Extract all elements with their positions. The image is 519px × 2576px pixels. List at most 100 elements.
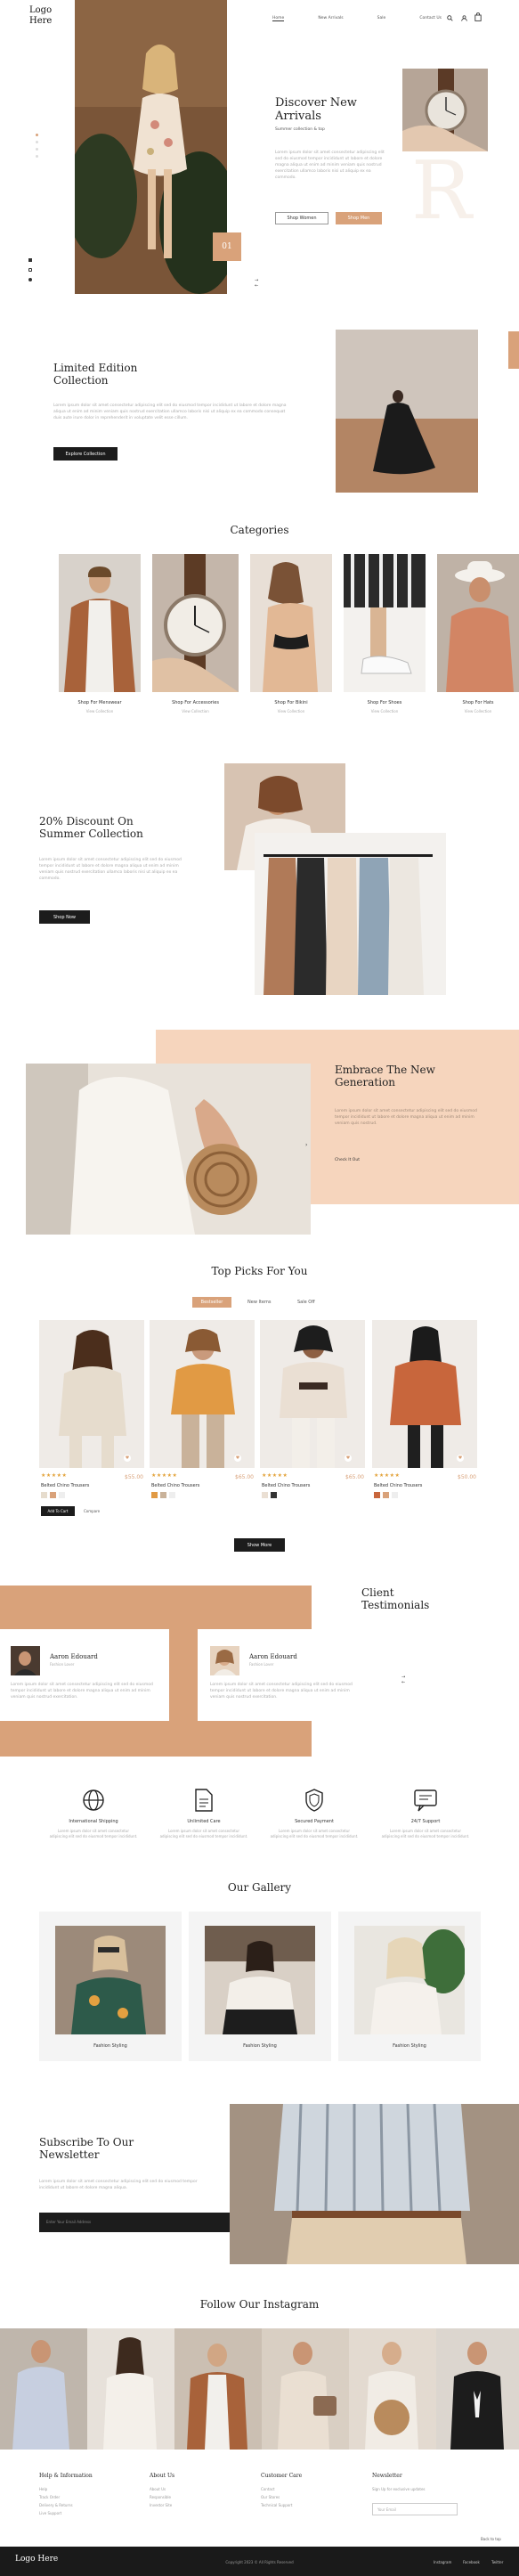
social-rail <box>28 258 33 281</box>
user-icon[interactable] <box>461 15 467 21</box>
add-to-cart-button[interactable]: Add To Cart <box>41 1506 75 1516</box>
tab-new-items[interactable]: New Items <box>247 1300 271 1305</box>
social-link-instagram[interactable]: Instagram <box>434 2560 451 2564</box>
email-input[interactable]: Enter Your Email Address <box>46 2220 91 2224</box>
testimonial-role: Fashion Lover <box>50 1662 75 1667</box>
category-card[interactable] <box>344 554 426 692</box>
product-name[interactable]: Belted Chino Trousers <box>262 1483 360 1488</box>
nav-contact[interactable]: Contact Us <box>419 16 442 21</box>
compare-link[interactable]: Compare <box>84 1509 100 1513</box>
back-to-top-link[interactable]: Back to top <box>481 2537 501 2541</box>
color-swatches <box>151 1492 178 1500</box>
embrace-next-arrow[interactable]: › <box>305 1142 312 1149</box>
wishlist-icon[interactable]: ♥ <box>124 1455 131 1462</box>
check-it-out-link[interactable]: Check It Out <box>335 1158 360 1162</box>
product-name[interactable]: Belted Chino Trousers <box>374 1483 472 1488</box>
footer-link[interactable]: Our Stores <box>261 2493 280 2501</box>
nav-sale[interactable]: Sale <box>377 16 386 21</box>
swatch[interactable] <box>151 1492 158 1498</box>
color-swatches <box>262 1492 280 1500</box>
footer-link[interactable]: Live Support <box>39 2509 61 2517</box>
category-label[interactable]: Shop For Shoes <box>344 700 426 705</box>
nav-home[interactable]: Home <box>272 16 285 21</box>
swatch[interactable] <box>160 1492 166 1498</box>
footer-link[interactable]: Responsible <box>150 2493 171 2501</box>
search-icon[interactable] <box>447 15 453 21</box>
testimonial-text: Lorem ipsum dolor sit amet consectetur a… <box>210 1683 353 1700</box>
show-more-button[interactable]: Show More <box>234 1538 285 1552</box>
newsletter-title: Subscribe To Our Newsletter <box>39 2136 134 2161</box>
swatch[interactable] <box>383 1492 389 1498</box>
wishlist-icon[interactable]: ♥ <box>345 1455 352 1462</box>
tab-bestseller[interactable]: Bestseller <box>192 1297 231 1308</box>
cart-icon[interactable] <box>474 12 482 21</box>
shop-women-button[interactable]: Shop Women <box>275 212 328 224</box>
facebook-icon[interactable] <box>28 258 32 262</box>
side-tab[interactable] <box>508 331 519 369</box>
category-card[interactable] <box>59 554 141 692</box>
limited-title: Limited Edition Collection <box>53 362 138 387</box>
testimonial-name: Aaron Edouard <box>50 1653 98 1660</box>
wishlist-icon[interactable]: ♥ <box>234 1455 241 1462</box>
social-link-facebook[interactable]: Facebook <box>463 2560 480 2564</box>
instagram-icon[interactable] <box>28 268 32 272</box>
chat-icon <box>413 1789 438 1812</box>
slide-dot[interactable] <box>36 134 38 136</box>
shop-now-button[interactable]: Shop Now <box>39 910 90 924</box>
footer-link[interactable]: About Us <box>150 2485 166 2493</box>
footer-link[interactable]: Delivery & Returns <box>39 2501 73 2509</box>
logo[interactable]: Logo Here <box>29 5 65 27</box>
slide-dot[interactable] <box>36 148 38 151</box>
swatch[interactable] <box>50 1492 56 1498</box>
product-image[interactable] <box>260 1320 365 1468</box>
category-label[interactable]: Shop For Accessories <box>152 700 239 705</box>
hero-watermark: R <box>411 144 472 238</box>
slide-dot[interactable] <box>36 141 38 143</box>
hero-watch-image <box>402 69 488 151</box>
footer-email-input[interactable]: Your Email <box>372 2503 458 2515</box>
wishlist-icon[interactable]: ♥ <box>457 1455 464 1462</box>
swatch[interactable] <box>169 1492 175 1498</box>
footer-link[interactable]: Investor Site <box>150 2501 172 2509</box>
footer-link[interactable]: Contact <box>261 2485 275 2493</box>
tab-sale-off[interactable]: Sale Off <box>297 1300 315 1305</box>
footer-link[interactable]: Technical Support <box>261 2501 292 2509</box>
footer-email-placeholder: Your Email <box>377 2507 396 2512</box>
category-card[interactable] <box>152 554 239 692</box>
social-link-twitter[interactable]: Twitter <box>491 2560 503 2564</box>
shield-icon <box>304 1789 324 1812</box>
swatch[interactable] <box>262 1492 268 1498</box>
swatch[interactable] <box>59 1492 65 1498</box>
footer-col-title: Customer Care <box>261 2473 303 2479</box>
product-image[interactable] <box>150 1320 255 1468</box>
footer-col-title: Help & Information <box>39 2473 93 2479</box>
swatch[interactable] <box>374 1492 380 1498</box>
category-card[interactable] <box>437 554 519 692</box>
product-image[interactable] <box>39 1320 144 1468</box>
newsletter-paragraph: Lorem ipsum dolor sit amet consectetur a… <box>39 2180 198 2190</box>
product-name[interactable]: Belted Chino Trousers <box>41 1483 139 1488</box>
explore-collection-button[interactable]: Explore Collection <box>53 447 118 461</box>
category-card[interactable] <box>250 554 332 692</box>
product-name[interactable]: Belted Chino Trousers <box>151 1483 249 1488</box>
nav-new-arrivals[interactable]: New Arrivals <box>318 16 343 21</box>
swatch[interactable] <box>392 1492 398 1498</box>
category-label[interactable]: Shop For Hats <box>437 700 519 705</box>
footer-link[interactable]: Help <box>39 2485 47 2493</box>
category-label[interactable]: Shop For Menswear <box>59 700 141 705</box>
category-label[interactable]: Shop For Bikini <box>250 700 332 705</box>
instagram-strip[interactable] <box>0 2328 519 2450</box>
swatch[interactable] <box>41 1492 47 1498</box>
testimonial-arrows[interactable]: → ← <box>401 1675 412 1685</box>
testimonial-text: Lorem ipsum dolor sit amet consectetur a… <box>11 1683 153 1700</box>
shop-men-button[interactable]: Shop Men <box>336 212 382 224</box>
twitter-icon[interactable] <box>28 278 32 281</box>
swatch[interactable] <box>271 1492 277 1498</box>
product-image[interactable] <box>372 1320 477 1468</box>
footer-link[interactable]: Track Order <box>39 2493 60 2501</box>
scroll-arrows[interactable]: → ← <box>255 278 265 290</box>
footer-col-title: About Us <box>150 2473 175 2479</box>
slide-dot[interactable] <box>36 155 38 158</box>
rating-stars: ★★★★★ <box>41 1472 68 1479</box>
category-sub: View Collection <box>277 709 305 713</box>
